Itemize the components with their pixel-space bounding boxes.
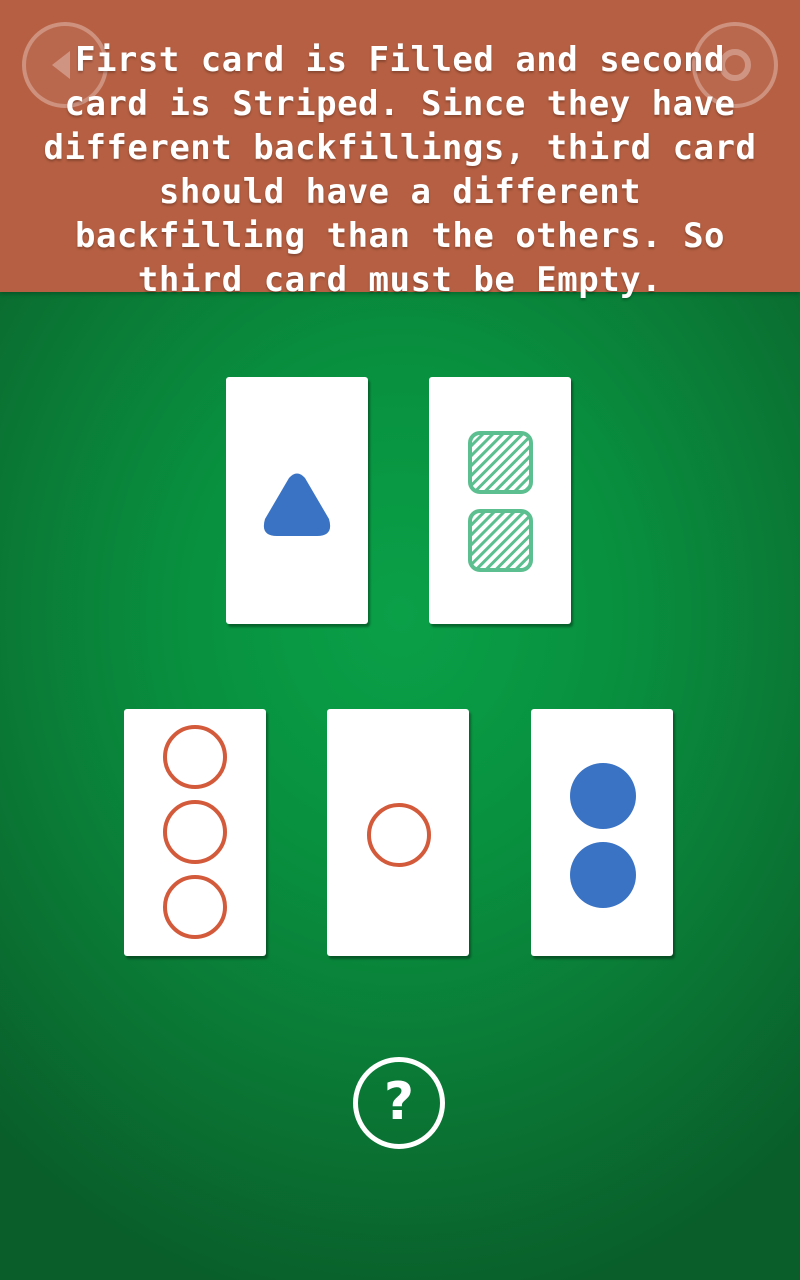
answer-card-3[interactable] xyxy=(531,709,673,956)
answer-card-1[interactable] xyxy=(124,709,266,956)
puzzle-card-2 xyxy=(429,377,571,624)
circle-empty-red-shape xyxy=(367,803,431,867)
help-button[interactable]: ? xyxy=(353,1057,445,1149)
triangle-filled-blue-shape xyxy=(263,473,331,536)
puzzle-card-1 xyxy=(226,377,368,624)
hint-banner: First card is Filled and second card is … xyxy=(0,0,800,300)
circle-filled-blue-shapes xyxy=(570,763,636,908)
hint-text: First card is Filled and second card is … xyxy=(43,40,757,300)
circle-empty-red-shapes xyxy=(163,725,227,939)
answer-card-2[interactable] xyxy=(327,709,469,956)
square-striped-green-shapes xyxy=(468,431,533,572)
